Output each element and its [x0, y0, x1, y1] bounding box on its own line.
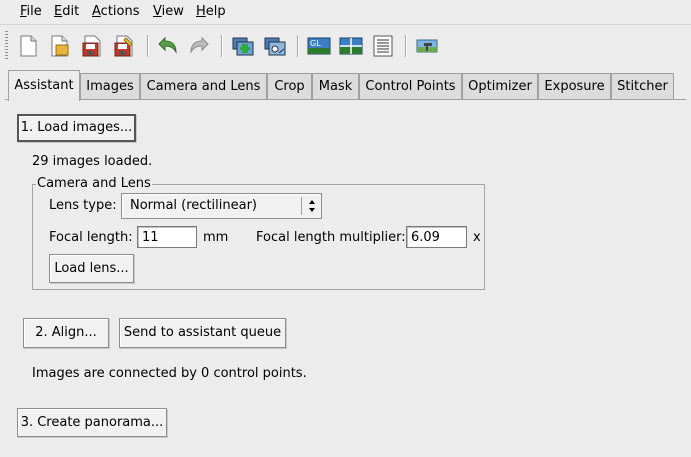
menu-bar: File Edit Actions View Help	[0, 0, 691, 24]
multiplier-unit: x	[473, 230, 481, 245]
toolbar-separator	[147, 35, 149, 57]
tab-crop[interactable]: Crop	[267, 73, 312, 99]
control-points-status: Images are connected by 0 control points…	[32, 366, 307, 381]
batch-list-icon[interactable]	[371, 34, 395, 58]
toolbar-grip[interactable]	[5, 31, 8, 61]
fast-preview-icon[interactable]	[339, 34, 363, 58]
menu-edit[interactable]: Edit	[54, 4, 79, 19]
menu-view[interactable]: View	[153, 4, 184, 19]
tab-stitcher[interactable]: Stitcher	[611, 73, 674, 99]
menu-help[interactable]: Help	[196, 4, 226, 19]
lens-type-label: Lens type:	[49, 198, 117, 213]
add-images-icon[interactable]	[231, 34, 255, 58]
toolbar: GL	[0, 24, 691, 67]
send-to-assistant-queue-button[interactable]: Send to assistant queue	[119, 318, 286, 348]
lens-type-value: Normal (rectilinear)	[130, 198, 257, 213]
focal-length-label: Focal length:	[49, 230, 133, 245]
open-project-icon[interactable]	[47, 34, 71, 58]
toolbar-separator	[297, 35, 299, 57]
new-project-icon[interactable]	[16, 34, 40, 58]
menu-file[interactable]: File	[20, 4, 42, 19]
tab-mask[interactable]: Mask	[312, 73, 359, 99]
load-images-button[interactable]: 1. Load images...	[17, 114, 136, 142]
focal-length-multiplier-input[interactable]	[406, 226, 467, 248]
opengl-preview-icon[interactable]: GL	[307, 34, 331, 58]
focal-length-input[interactable]	[137, 226, 197, 248]
create-panorama-button[interactable]: 3. Create panorama...	[17, 408, 167, 437]
tab-camera-and-lens[interactable]: Camera and Lens	[140, 73, 267, 99]
notebook-tabs: Assistant Images Camera and Lens Crop Ma…	[0, 70, 691, 101]
save-project-icon[interactable]	[80, 34, 104, 58]
lens-type-select[interactable]: Normal (rectilinear)	[121, 193, 322, 219]
up-down-arrows-icon	[309, 200, 315, 212]
toolbar-separator	[221, 35, 223, 57]
stitch-icon[interactable]	[415, 34, 439, 58]
align-button[interactable]: 2. Align...	[23, 318, 109, 348]
tab-assistant[interactable]: Assistant	[8, 70, 80, 101]
svg-text:GL: GL	[310, 39, 321, 48]
tab-exposure[interactable]: Exposure	[538, 73, 611, 99]
undo-icon[interactable]	[156, 34, 180, 58]
tab-optimizer[interactable]: Optimizer	[462, 73, 538, 99]
tab-control-points[interactable]: Control Points	[359, 73, 462, 99]
focal-length-unit: mm	[203, 230, 229, 245]
combo-separator	[301, 197, 302, 215]
tab-images[interactable]: Images	[80, 73, 140, 99]
add-time-series-icon[interactable]	[263, 34, 287, 58]
toolbar-separator	[405, 35, 407, 57]
focal-length-multiplier-label: Focal length multiplier:	[256, 230, 406, 245]
menu-actions[interactable]: Actions	[92, 4, 140, 19]
images-loaded-status: 29 images loaded.	[32, 154, 153, 169]
load-lens-button[interactable]: Load lens...	[49, 254, 134, 283]
redo-icon[interactable]	[187, 34, 211, 58]
camera-and-lens-group-title: Camera and Lens	[36, 176, 152, 191]
save-as-icon[interactable]	[112, 34, 136, 58]
